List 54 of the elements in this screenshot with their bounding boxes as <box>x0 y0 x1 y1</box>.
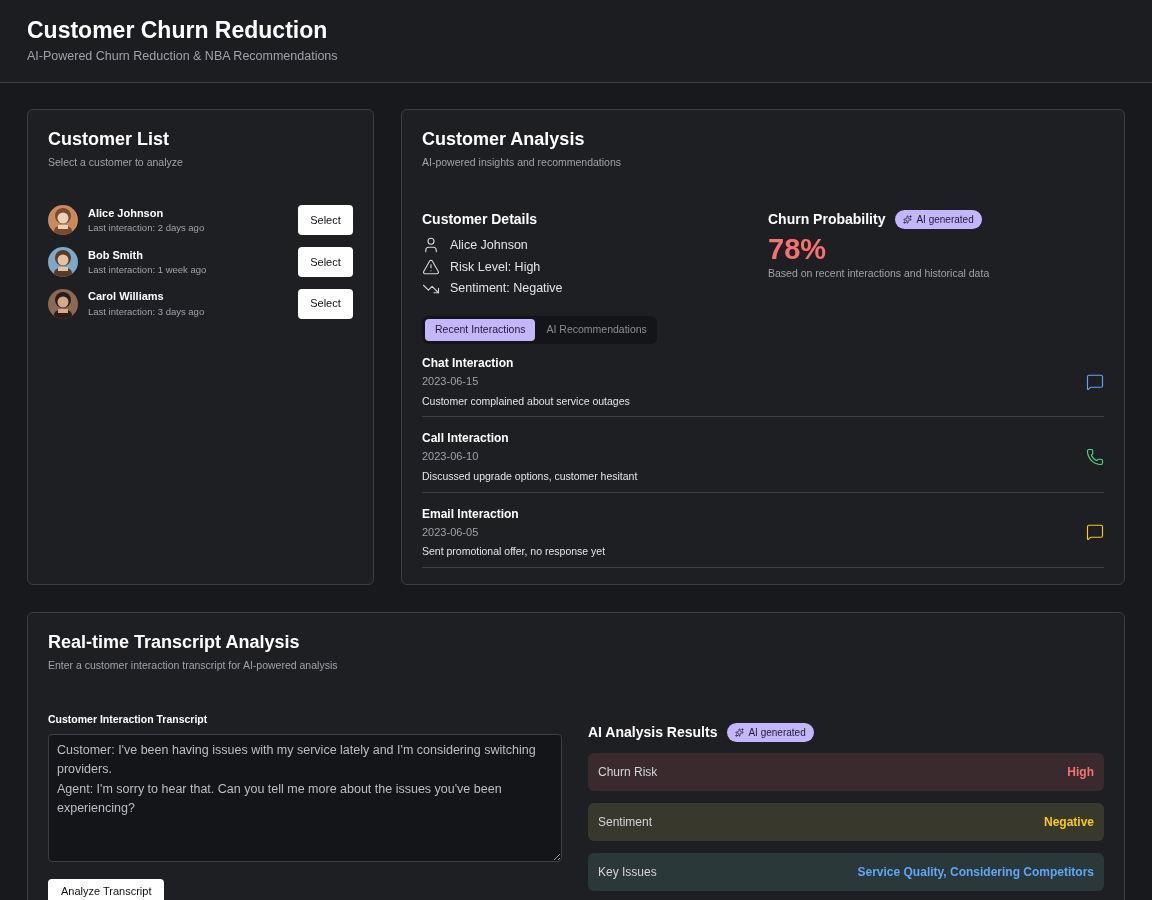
interaction-date: 2023-06-10 <box>422 449 480 465</box>
interaction-title: Email Interaction <box>422 505 520 523</box>
field-label: Customer Interaction Transcript <box>48 711 209 727</box>
app-title: Customer Churn Reduction <box>27 16 329 45</box>
detail-text: Alice Johnson <box>450 236 528 254</box>
select-button[interactable]: Select <box>298 205 353 236</box>
result-value: High <box>1067 763 1094 781</box>
churn-percentage: 78% <box>768 231 828 266</box>
section-title: Churn Probability <box>768 209 886 229</box>
section-title: Customer Details <box>422 209 539 229</box>
ai-generated-badge: AI generated <box>895 209 982 229</box>
last-interaction: Last interaction: 2 days ago <box>88 221 206 236</box>
interaction-note: Sent promotional offer, no response yet <box>422 544 607 559</box>
app-subtitle: AI-Powered Churn Reduction & NBA Recommendations <box>27 48 339 65</box>
interaction-title: Chat Interaction <box>422 355 515 372</box>
customer-name: Alice Johnson <box>88 205 165 221</box>
analyze-transcript-button[interactable]: Analyze Transcript <box>48 878 165 900</box>
result-value: Negative <box>1043 813 1094 831</box>
detail-text: Sentiment: Negative <box>450 280 563 298</box>
detail-text: Risk Level: High <box>450 258 541 276</box>
card-title: Customer Analysis <box>422 128 586 151</box>
card-title: Real-time Transcript Analysis <box>48 631 301 654</box>
interaction-date: 2023-06-05 <box>422 524 480 540</box>
interaction-date: 2023-06-15 <box>422 374 480 389</box>
last-interaction: Last interaction: 1 week ago <box>88 263 208 277</box>
person-icon <box>422 236 440 255</box>
chat-bubble-icon <box>1086 372 1104 391</box>
chat-bubble-icon <box>1086 523 1104 542</box>
result-label: Churn Risk <box>598 763 658 781</box>
warning-icon <box>422 257 440 276</box>
transcript-field[interactable]: Customer: I've been having issues with my service lately and I'm considering switching providers. Agent: I'm sorry to hear that. Can you tell me more about the issues you've been experiencing? <box>48 733 562 862</box>
card-subtitle: Enter a customer interaction transcript for AI-powered analysis <box>48 658 339 673</box>
select-button[interactable]: Select <box>298 288 353 319</box>
section-title: AI Analysis Results <box>588 722 718 742</box>
card-subtitle: Select a customer to analyze <box>48 155 184 170</box>
tab[interactable]: AI Recommendations <box>539 319 654 341</box>
sparkle-icon <box>903 214 913 224</box>
card-title: Customer List <box>48 128 171 151</box>
interaction-title: Call Interaction <box>422 430 510 448</box>
churn-note: Based on recent interactions and historical data <box>768 265 990 281</box>
last-interaction: Last interaction: 3 days ago <box>88 304 206 319</box>
customer-name: Bob Smith <box>88 247 144 263</box>
tab[interactable]: Recent Interactions <box>425 319 536 341</box>
phone-icon <box>1086 447 1104 466</box>
result-value: Service Quality, Considering Competitors <box>857 863 1094 881</box>
customer-name: Carol Williams <box>88 289 165 305</box>
ai-generated-badge: AI generated <box>727 722 814 742</box>
result-label: Key Issues <box>598 863 657 881</box>
interaction-note: Customer complained about service outages <box>422 393 631 409</box>
card-subtitle: AI-powered insights and recommendations <box>422 155 623 170</box>
interaction-note: Discussed upgrade options, customer hesitant <box>422 468 639 484</box>
sparkle-icon <box>735 727 745 737</box>
select-button[interactable]: Select <box>298 246 353 277</box>
result-label: Sentiment <box>598 813 653 831</box>
